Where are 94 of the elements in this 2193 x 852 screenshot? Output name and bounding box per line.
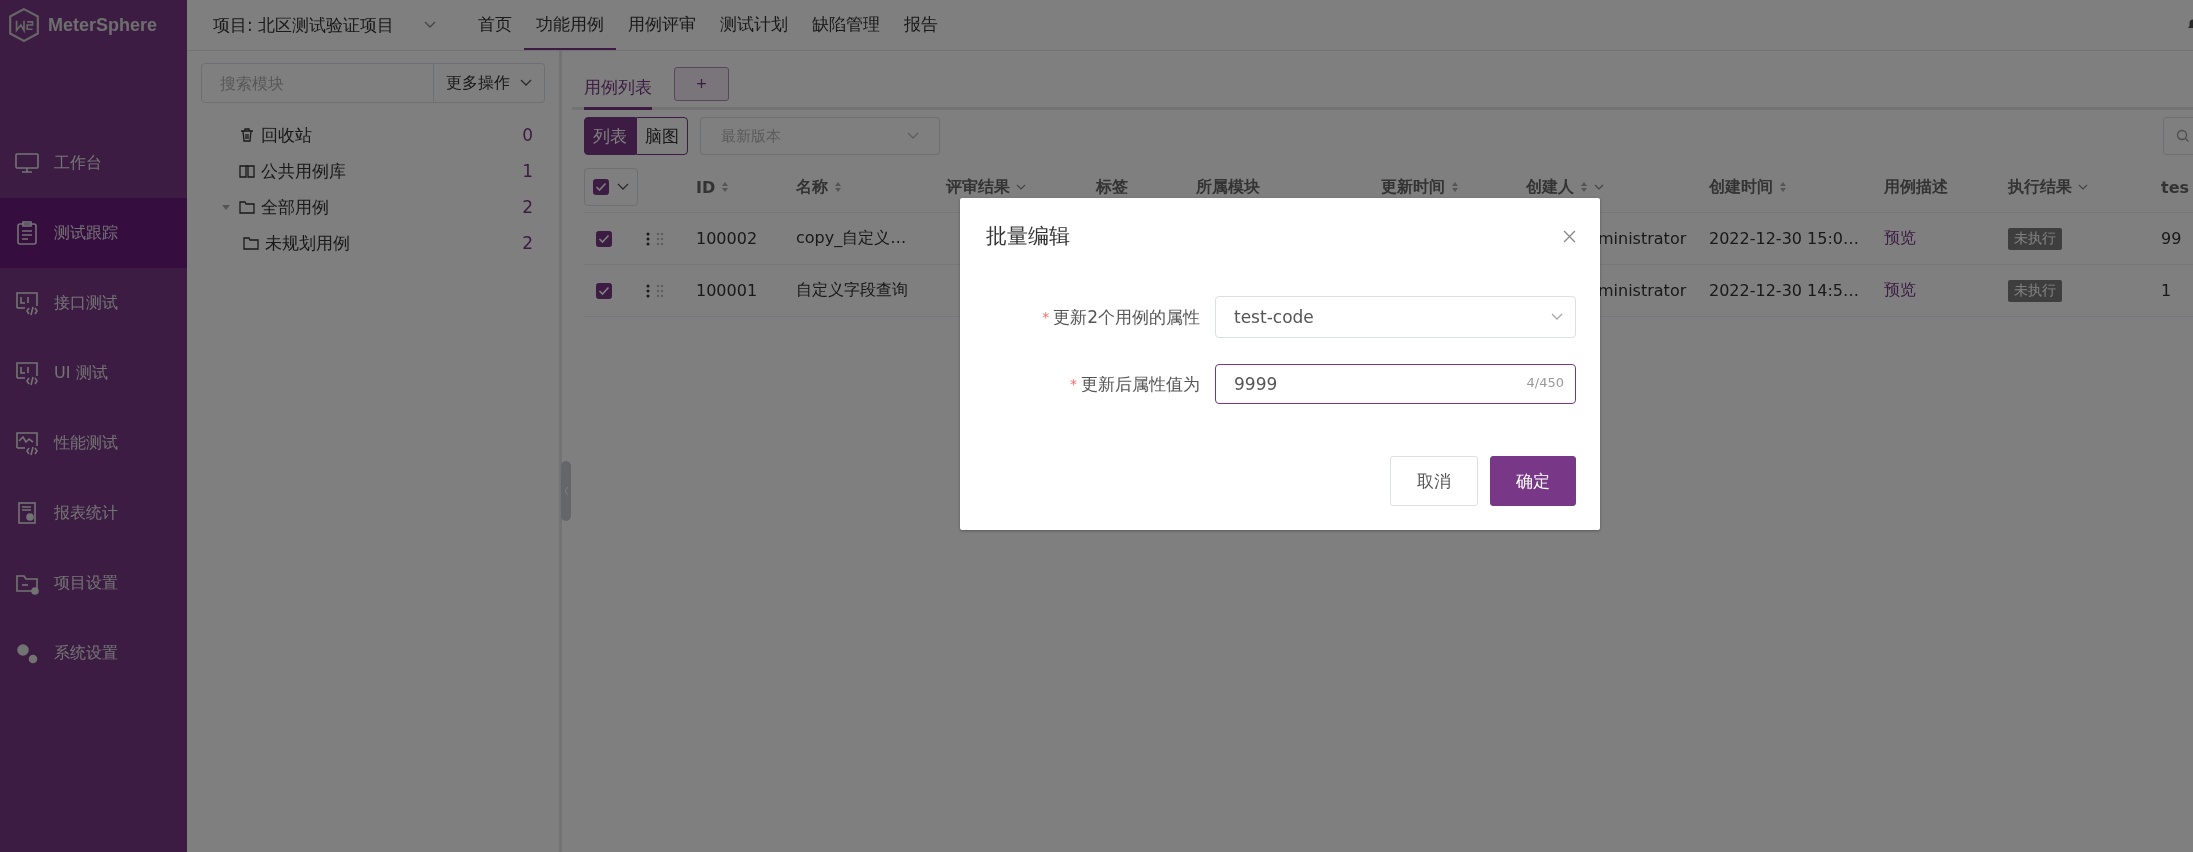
trash-icon [239,127,255,143]
preview-link[interactable]: 预览 [1884,280,1916,301]
column-header[interactable]: tes [2161,177,2190,197]
table-cell: 自定义字段查询 [796,280,908,301]
sort-icon[interactable] [1779,181,1787,193]
sort-icon[interactable] [1580,181,1588,193]
dialog-title: 批量编辑 [986,223,1070,250]
chevron-down-icon [1551,313,1563,321]
checkbox[interactable] [596,230,612,247]
nav-tab[interactable]: 报告 [892,0,951,50]
nav-tab[interactable]: 测试计划 [708,0,801,50]
clipboard-icon [14,220,40,246]
checkbox[interactable] [596,282,612,299]
add-tab-button[interactable]: + [674,67,729,101]
column-header[interactable]: 所属模块 [1196,176,1260,198]
sidebar-item[interactable]: 接口测试 [0,268,187,338]
more-drag-icon[interactable] [646,283,664,298]
required-mark: * [1042,309,1050,325]
sort-icon[interactable] [834,181,842,193]
column-header[interactable]: 创建时间 [1709,176,1773,198]
checkbox[interactable] [593,179,609,195]
table-cell: 99 [2161,229,2182,248]
chevron-down-icon [424,21,437,29]
chevron-down-icon [907,132,919,140]
collapse-handle-icon[interactable] [561,461,571,521]
tree-item[interactable]: 全部用例 [239,195,329,219]
more-drag-icon[interactable] [646,231,664,246]
item-count: 1 [522,161,533,181]
cancel-button[interactable]: 取消 [1390,456,1478,506]
filter-caret-icon[interactable] [2078,184,2088,190]
nav-tab[interactable]: 功能用例 [524,0,617,50]
sidebar-item[interactable]: 测试跟踪 [0,198,187,268]
list-tab[interactable]: 用例列表 [584,76,652,110]
property-select[interactable]: test-code [1215,296,1576,338]
preview-link[interactable]: 预览 [1884,228,1916,249]
tree-item[interactable]: 回收站 [239,123,312,147]
table-cell: 100001 [696,281,758,300]
table-cell: copy_自定义… [796,228,907,249]
caret-icon[interactable] [221,202,231,212]
table-cell: 2022-12-30 15:0… [1709,229,1859,248]
view-toggle-button[interactable]: 脑图 [636,117,688,155]
tree-item[interactable]: 公共用例库 [239,159,346,183]
item-count: 2 [522,197,533,217]
column-header[interactable]: 标签 [1096,176,1128,198]
field-label: 更新后属性值为 [1081,372,1200,396]
column-header[interactable]: 名称 [796,176,828,198]
ui-code-icon [14,360,40,386]
column-header[interactable]: 创建人 [1526,176,1574,198]
tree-item[interactable]: 未规划用例 [243,231,350,255]
sidebar-item[interactable]: 性能测试 [0,408,187,478]
project-selector[interactable]: 项目: 北区测试验证项目 [213,0,437,50]
nav-tab[interactable]: 用例评审 [616,0,709,50]
column-header[interactable]: 评审结果 [946,176,1010,198]
required-mark: * [1070,376,1077,392]
filter-caret-icon[interactable] [1016,184,1026,190]
table-cell: 100002 [696,229,758,248]
sort-icon[interactable] [1451,181,1459,193]
sidebar-item[interactable]: 报表统计 [0,478,187,548]
table-cell: 2022-12-30 14:5… [1709,281,1859,300]
select-all-dropdown[interactable] [584,168,638,206]
chart-code-icon [14,430,40,456]
sidebar-item[interactable]: 项目设置 [0,548,187,618]
close-icon[interactable] [1563,229,1576,243]
chevron-down-icon [520,79,532,87]
sidebar-item[interactable]: UI 测试 [0,338,187,408]
table-cell: 1 [2161,281,2172,300]
chevron-down-icon [617,183,629,191]
column-header[interactable]: ID [696,177,716,197]
view-toggle-button[interactable]: 列表 [584,117,636,155]
column-header[interactable]: 执行结果 [2008,176,2072,198]
monitor-icon [14,150,40,176]
cube-logo-icon [8,8,40,42]
nav-tab[interactable]: 缺陷管理 [800,0,893,50]
folder-icon [239,199,255,215]
item-count: 2 [522,233,533,253]
character-counter: 4/450 [1526,375,1564,390]
nav-tab[interactable]: 首页 [466,0,525,50]
filter-caret-icon[interactable] [1594,184,1604,190]
item-count: 0 [522,125,533,145]
book-icon [239,163,255,179]
column-header[interactable]: 用例描述 [1884,176,1948,198]
column-header[interactable]: 更新时间 [1381,176,1445,198]
table-cell: ministrator [1598,229,1687,248]
confirm-button[interactable]: 确定 [1490,456,1576,506]
sort-icon[interactable] [721,181,730,193]
sidebar-item[interactable]: 系统设置 [0,618,187,688]
app-name: MeterSphere [48,14,158,36]
folder-icon [243,235,259,251]
field-label: 更新2个用例的属性 [1053,305,1200,329]
search-icon [2176,129,2190,143]
more-actions-dropdown[interactable]: 更多操作 [434,63,545,103]
api-code-icon [14,290,40,316]
table-cell: ministrator [1598,281,1687,300]
sidebar-item[interactable]: 工作台 [0,128,187,198]
